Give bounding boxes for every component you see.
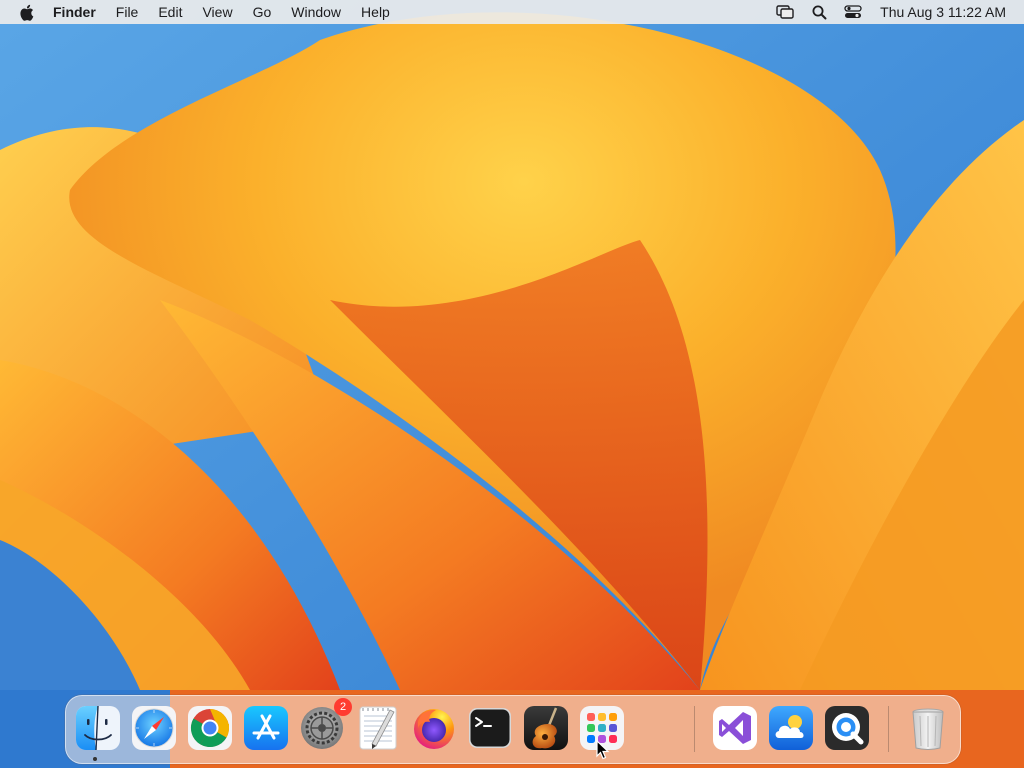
menu-window[interactable]: Window: [281, 0, 351, 24]
control-center-icon[interactable]: [842, 0, 864, 24]
menu-file[interactable]: File: [106, 0, 149, 24]
dock-separator: [694, 706, 695, 752]
desktop[interactable]: Finder File Edit View Go Window Help Thu…: [0, 0, 1024, 768]
dock: 2: [65, 695, 961, 764]
dock-item-quicktime[interactable]: [823, 704, 871, 752]
menu-bar-clock[interactable]: Thu Aug 3 11:22 AM: [880, 4, 1006, 20]
dock-item-textedit[interactable]: [354, 704, 402, 752]
dock-item-app-store[interactable]: [242, 704, 290, 752]
screen-mirroring-icon[interactable]: [774, 0, 796, 24]
mouse-cursor-icon: [596, 740, 610, 760]
menu-go[interactable]: Go: [243, 0, 282, 24]
finder-icon: [76, 705, 120, 751]
trash-icon: [912, 708, 944, 750]
textedit-icon: [359, 706, 397, 750]
safari-icon: [132, 706, 176, 750]
desktop-wallpaper: [0, 0, 1024, 768]
menu-app-name[interactable]: Finder: [47, 0, 106, 24]
visual-studio-icon: [713, 706, 757, 750]
dock-item-firefox[interactable]: [410, 704, 458, 752]
weather-icon: [769, 706, 813, 750]
finder-running-indicator: [93, 757, 97, 761]
menu-edit[interactable]: Edit: [148, 0, 192, 24]
dock-item-safari[interactable]: [130, 704, 178, 752]
dock-item-weather[interactable]: [767, 704, 815, 752]
dock-item-garageband[interactable]: [522, 704, 570, 752]
dock-item-system-settings[interactable]: 2: [298, 698, 352, 752]
app-store-icon: [244, 706, 288, 750]
spotlight-search-icon[interactable]: [808, 0, 830, 24]
firefox-icon: [414, 709, 454, 749]
chrome-icon: [188, 706, 232, 750]
terminal-icon: [469, 708, 511, 748]
dock-item-finder[interactable]: [74, 704, 122, 752]
menu-view[interactable]: View: [192, 0, 242, 24]
garageband-icon: [524, 706, 568, 750]
dock-item-visual-studio[interactable]: [711, 704, 759, 752]
dock-separator: [888, 706, 889, 752]
apple-menu-icon[interactable]: [17, 0, 35, 24]
quicktime-icon: [825, 706, 869, 750]
dock-item-chrome[interactable]: [186, 704, 234, 752]
dock-item-trash[interactable]: [904, 704, 952, 752]
notification-badge: 2: [334, 698, 352, 716]
dock-item-terminal[interactable]: [466, 704, 514, 752]
menu-help[interactable]: Help: [351, 0, 400, 24]
menu-bar: Finder File Edit View Go Window Help Thu…: [0, 0, 1024, 24]
